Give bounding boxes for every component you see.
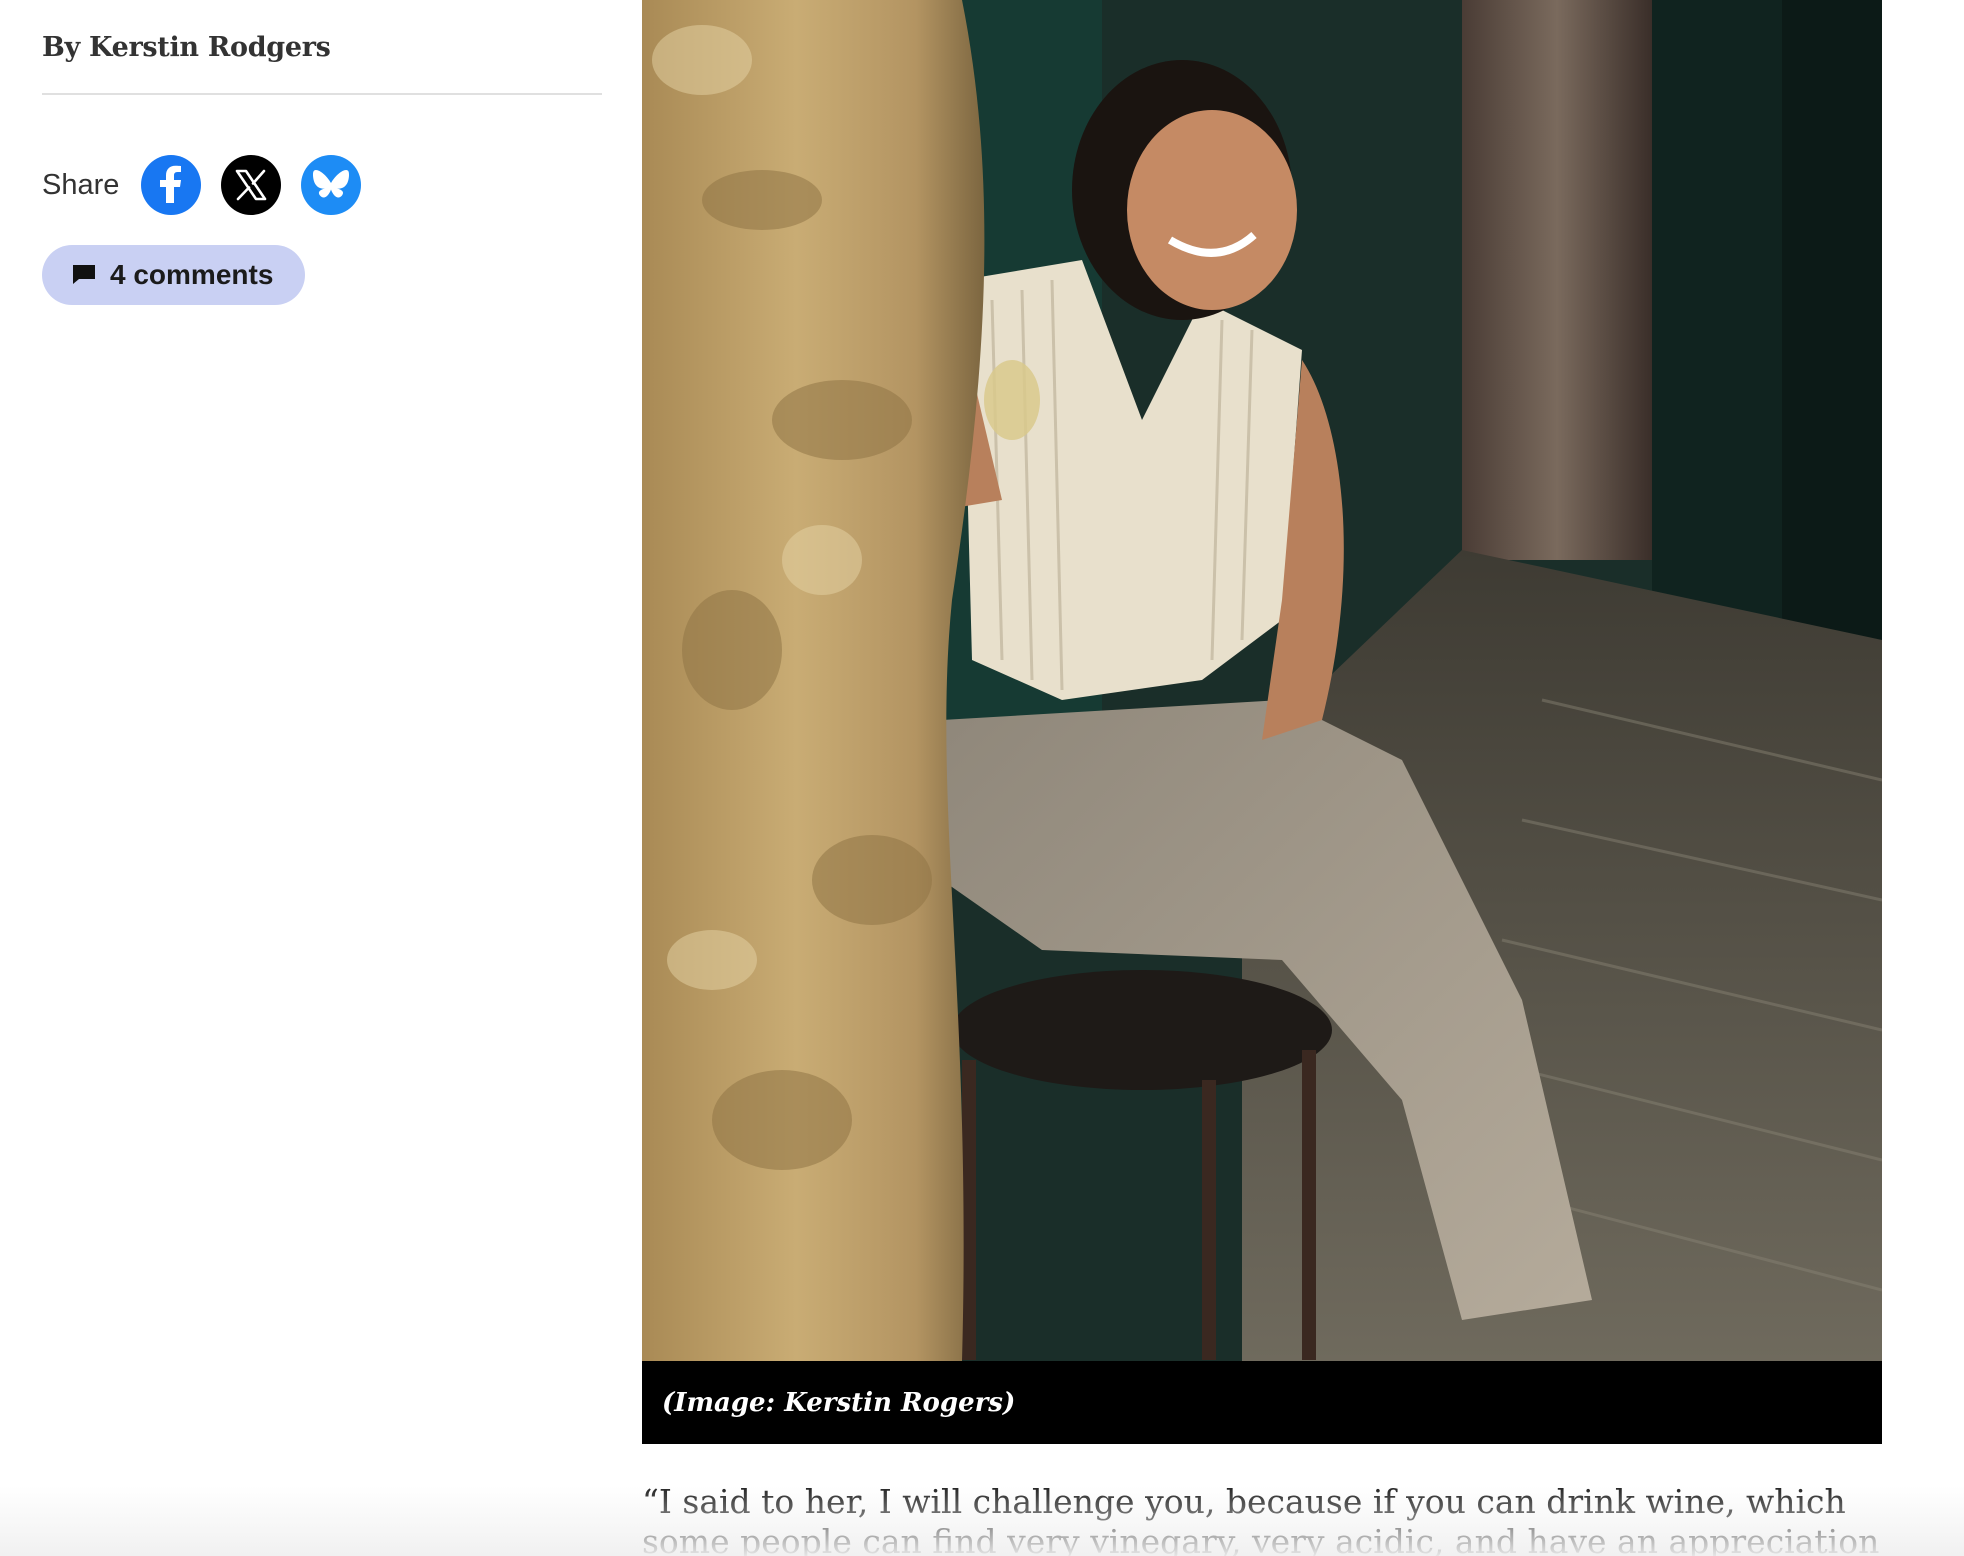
share-label: Share: [42, 168, 120, 201]
article-sidebar: By Kerstin Rodgers Share 4 comments: [42, 32, 602, 305]
share-row: Share: [42, 155, 602, 215]
photo-illustration: [642, 0, 1882, 1361]
article-photo[interactable]: [642, 0, 1882, 1361]
share-facebook-button[interactable]: [141, 155, 202, 215]
x-icon: [236, 169, 267, 201]
bluesky-icon: [313, 170, 350, 198]
divider: [42, 93, 602, 95]
share-x-button[interactable]: [221, 155, 282, 215]
photo-caption-bar: (Image: Kerstin Rogers): [642, 1361, 1882, 1444]
comments-button[interactable]: 4 comments: [42, 245, 306, 305]
article-figure: (Image: Kerstin Rogers): [642, 0, 1882, 1444]
article-page: By Kerstin Rodgers Share 4 comments (Ima…: [0, 0, 1964, 1556]
photo-caption: (Image: Kerstin Rogers): [662, 1387, 1016, 1418]
byline: By Kerstin Rodgers: [42, 32, 331, 63]
comment-bubble-icon: [73, 265, 95, 284]
comments-count-label: 4 comments: [110, 259, 274, 290]
share-bluesky-button[interactable]: [301, 155, 362, 215]
article-paragraph: “I said to her, I will challenge you, be…: [642, 1482, 1880, 1556]
facebook-icon: [160, 165, 182, 203]
